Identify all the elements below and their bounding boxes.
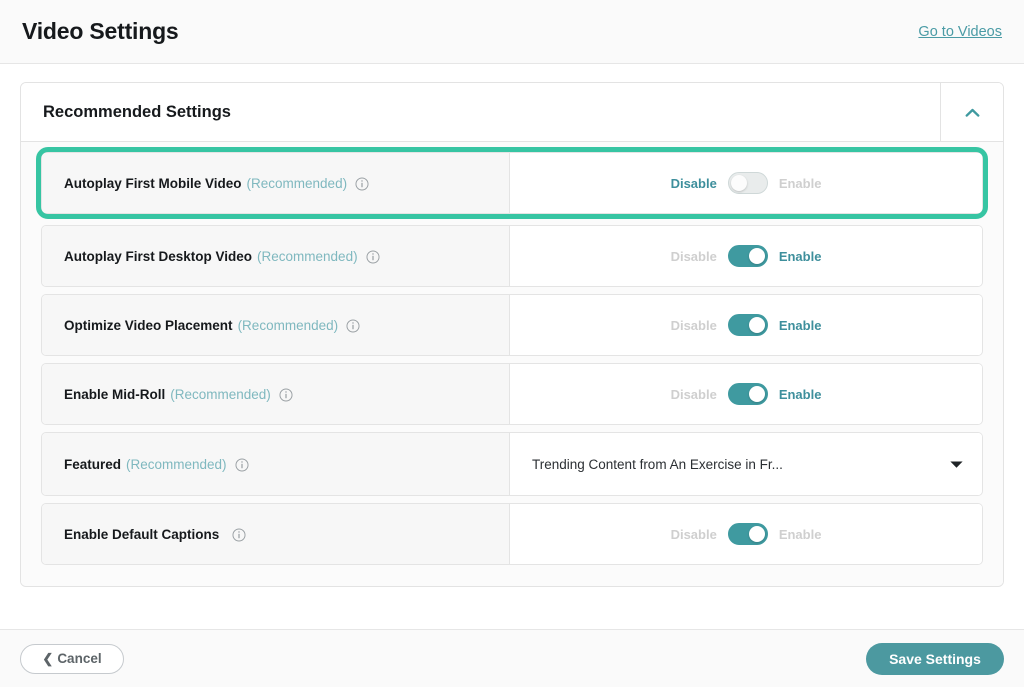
toggle-switch[interactable] — [727, 245, 768, 267]
toggle-group: Disable Enable — [671, 314, 822, 336]
content-area: Recommended Settings Autoplay First Mobi… — [0, 64, 1024, 629]
setting-row-wrapper: Featured (Recommended) Trending Content … — [41, 432, 983, 496]
toggle-enable-label[interactable]: Enable — [779, 318, 822, 333]
info-icon[interactable] — [355, 177, 369, 191]
card-header: Recommended Settings — [21, 83, 1003, 142]
toggle-disable-label[interactable]: Disable — [671, 318, 717, 333]
toggle-switch[interactable] — [727, 172, 768, 194]
setting-label-cell: Autoplay First Desktop Video (Recommende… — [42, 226, 510, 286]
toggle-switch[interactable] — [727, 314, 768, 336]
setting-row-wrapper: Optimize Video Placement (Recommended) D… — [41, 294, 983, 356]
toggle-group: Disable Enable — [671, 172, 822, 194]
info-icon[interactable] — [366, 250, 380, 264]
toggle-group: Disable Enable — [671, 383, 822, 405]
footer-bar: ❮ Cancel Save Settings — [0, 629, 1024, 687]
chevron-down-icon — [950, 460, 963, 468]
setting-label: Autoplay First Desktop Video — [64, 248, 253, 264]
toggle-disable-label[interactable]: Disable — [671, 527, 717, 542]
chevron-left-icon: ❮ — [42, 651, 54, 666]
toggle-enable-label[interactable]: Enable — [779, 249, 822, 264]
recommended-settings-card: Recommended Settings Autoplay First Mobi… — [20, 82, 1004, 587]
setting-label: Enable Default Captions — [64, 526, 220, 542]
toggle-group: Disable Enable — [671, 523, 822, 545]
recommended-badge: (Recommended) — [257, 248, 358, 264]
save-settings-button[interactable]: Save Settings — [866, 642, 1004, 675]
recommended-badge: (Recommended) — [237, 317, 339, 333]
setting-label-cell: Enable Default Captions — [42, 504, 510, 564]
table-row: Enable Mid-Roll (Recommended) Disable En… — [41, 363, 983, 425]
toggle-enable-label[interactable]: Enable — [779, 387, 822, 402]
toggle-switch[interactable] — [727, 523, 768, 545]
toggle-disable-label[interactable]: Disable — [671, 249, 717, 264]
toggle-knob — [748, 248, 765, 264]
toggle-disable-label[interactable]: Disable — [671, 176, 717, 191]
toggle-enable-label[interactable]: Enable — [779, 176, 822, 191]
toggle-knob — [748, 386, 765, 402]
setting-control-cell: Disable Enable — [510, 504, 982, 564]
recommended-badge: (Recommended) — [170, 386, 271, 402]
setting-label: Optimize Video Placement — [64, 317, 233, 333]
info-icon[interactable] — [232, 528, 246, 542]
toggle-knob — [748, 526, 765, 542]
toggle-enable-label[interactable]: Enable — [779, 527, 822, 542]
table-row: Autoplay First Desktop Video (Recommende… — [41, 225, 983, 287]
table-row: Optimize Video Placement (Recommended) D… — [41, 294, 983, 356]
cancel-button-label: Cancel — [57, 651, 102, 666]
setting-label-cell: Featured (Recommended) — [42, 433, 510, 495]
setting-label: Autoplay First Mobile Video — [64, 175, 242, 191]
info-icon[interactable] — [235, 458, 249, 472]
recommended-badge: (Recommended) — [246, 175, 348, 191]
page-title: Video Settings — [22, 18, 179, 44]
setting-row-wrapper: Enable Default Captions Disable Enable — [41, 503, 983, 565]
setting-control-cell: Disable Enable — [510, 153, 982, 213]
table-row: Featured (Recommended) Trending Content … — [41, 432, 983, 496]
setting-label-cell: Optimize Video Placement (Recommended) — [42, 295, 510, 355]
cancel-button[interactable]: ❮ Cancel — [20, 643, 124, 674]
card-title: Recommended Settings — [43, 102, 231, 121]
info-icon[interactable] — [346, 319, 360, 333]
collapse-panel-button[interactable] — [940, 83, 1003, 141]
featured-dropdown-value: Trending Content from An Exercise in Fr.… — [532, 456, 783, 472]
table-row: Autoplay First Mobile Video (Recommended… — [41, 152, 983, 214]
recommended-badge: (Recommended) — [126, 456, 227, 472]
setting-control-cell: Trending Content from An Exercise in Fr.… — [510, 433, 982, 495]
setting-row-highlight-wrapper: Autoplay First Mobile Video (Recommended… — [36, 147, 988, 219]
go-to-videos-link[interactable]: Go to Videos — [918, 24, 1002, 40]
setting-row-wrapper: Enable Mid-Roll (Recommended) Disable En… — [41, 363, 983, 425]
setting-label-cell: Autoplay First Mobile Video (Recommended… — [42, 153, 510, 213]
toggle-switch[interactable] — [727, 383, 768, 405]
toggle-knob — [748, 317, 765, 333]
setting-label-cell: Enable Mid-Roll (Recommended) — [42, 364, 510, 424]
setting-control-cell: Disable Enable — [510, 226, 982, 286]
toggle-group: Disable Enable — [671, 245, 822, 267]
top-bar: Video Settings Go to Videos — [0, 0, 1024, 64]
toggle-knob — [730, 175, 747, 191]
setting-control-cell: Disable Enable — [510, 364, 982, 424]
setting-row-wrapper: Autoplay First Desktop Video (Recommende… — [41, 225, 983, 287]
toggle-disable-label[interactable]: Disable — [671, 387, 717, 402]
settings-rows: Autoplay First Mobile Video (Recommended… — [21, 142, 1003, 586]
setting-control-cell: Disable Enable — [510, 295, 982, 355]
table-row: Enable Default Captions Disable Enable — [41, 503, 983, 565]
chevron-up-icon — [965, 108, 979, 117]
info-icon[interactable] — [279, 388, 293, 402]
setting-label: Featured — [64, 456, 122, 472]
featured-dropdown[interactable]: Trending Content from An Exercise in Fr.… — [510, 433, 982, 495]
setting-label: Enable Mid-Roll — [64, 386, 166, 402]
